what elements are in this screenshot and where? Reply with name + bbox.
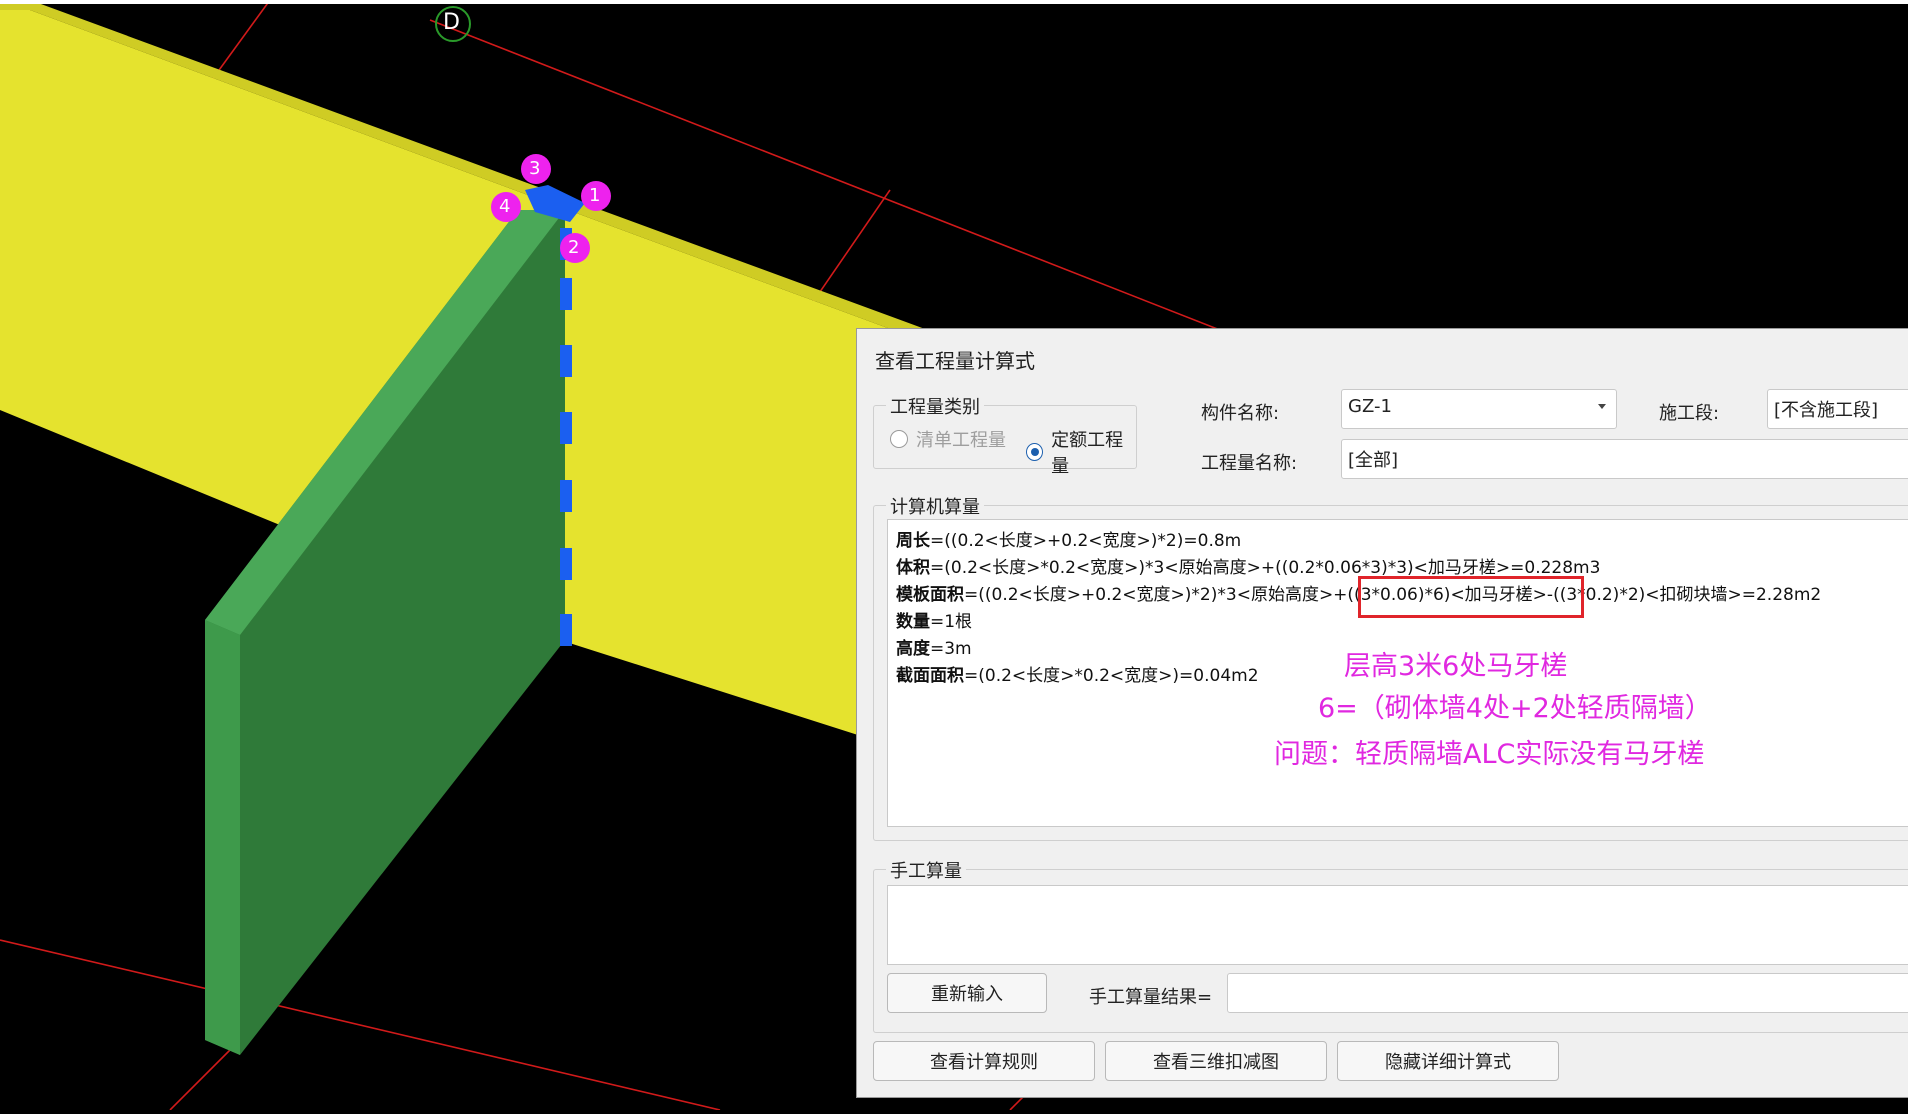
marker-3-label: 3 (529, 158, 541, 179)
manual-input[interactable] (887, 885, 1908, 965)
green-wall-end (205, 620, 240, 1055)
dialog-title: 查看工程量计算式 (875, 349, 1035, 373)
quantity-type-group: 工程量类别 清单工程量 定额工程量 (873, 393, 1137, 477)
annotation-line-1: 层高3米6处马牙槎 (1344, 651, 1568, 682)
formula-line: 截面面积=(0.2<长度>*0.2<宽度>)=0.04m2 (896, 661, 1259, 686)
radio-norm-quantity[interactable]: 定额工程量 (1026, 426, 1136, 478)
quantity-name-value: [全部] (1348, 450, 1399, 471)
quantity-name-combo[interactable]: [全部] (1341, 439, 1908, 479)
radio-bill-quantity-circle[interactable] (890, 430, 908, 448)
marker-4-label: 4 (499, 196, 511, 217)
marker-2-label: 2 (568, 237, 580, 258)
view-3d-button[interactable]: 查看三维扣减图 (1105, 1041, 1327, 1081)
formula-line: 高度=3m (896, 634, 972, 659)
formula-expr: =((0.2<长度>+0.2<宽度>)*2)=0.8m (930, 531, 1242, 551)
radio-norm-quantity-circle[interactable] (1026, 443, 1044, 461)
formula-name: 数量 (896, 612, 930, 632)
formula-expr: =(0.2<长度>*0.2<宽度>)=0.04m2 (964, 666, 1259, 686)
formula-line: 数量=1根 (896, 607, 972, 632)
annotation-line-2: 6=（砌体墙4处+2处轻质隔墙） (1318, 693, 1712, 724)
chevron-down-icon (1598, 404, 1606, 409)
formula-name: 模板面积 (896, 585, 964, 605)
formula-expr: =(0.2<长度>*0.2<宽度>)*3<原始高度>+((0.2*0.06*3)… (930, 558, 1601, 578)
manual-result-field[interactable] (1227, 973, 1908, 1013)
formula-line: 周长=((0.2<长度>+0.2<宽度>)*2)=0.8m (896, 526, 1241, 551)
reenter-button[interactable]: 重新输入 (887, 973, 1047, 1013)
formula-expr: =3m (930, 639, 972, 659)
manual-result-label: 手工算量结果= (1089, 987, 1213, 1008)
axis-label: D (443, 10, 460, 35)
radio-bill-quantity[interactable]: 清单工程量 (890, 426, 1006, 452)
component-name-combo[interactable]: GZ-1 (1341, 389, 1617, 429)
formula-name: 截面面积 (896, 666, 964, 686)
top-border (0, 0, 1908, 4)
formula-expr: =1根 (930, 612, 973, 632)
manual-calc-label: 手工算量 (886, 857, 966, 883)
radio-bill-quantity-label: 清单工程量 (916, 430, 1006, 451)
computer-calc-label: 计算机算量 (886, 493, 984, 519)
formula-name: 高度 (896, 639, 930, 659)
component-name-value: GZ-1 (1348, 396, 1392, 417)
annotation-line-3: 问题：轻质隔墙ALC实际没有马牙槎 (1274, 739, 1705, 770)
hide-detail-button[interactable]: 隐藏详细计算式 (1337, 1041, 1559, 1081)
stage-label: 施工段: (1659, 403, 1720, 424)
view-rules-button[interactable]: 查看计算规则 (873, 1041, 1095, 1081)
quantity-type-label: 工程量类别 (886, 393, 984, 419)
quantity-name-label: 工程量名称: (1201, 453, 1298, 474)
stage-value: [不含施工段] (1774, 400, 1879, 421)
formula-name: 体积 (896, 558, 930, 578)
component-name-label: 构件名称: (1201, 403, 1280, 424)
formula-name: 周长 (896, 531, 930, 551)
highlight-box (1358, 576, 1584, 618)
formula-line: 体积=(0.2<长度>*0.2<宽度>)*3<原始高度>+((0.2*0.06*… (896, 553, 1600, 578)
radio-norm-quantity-label: 定额工程量 (1051, 430, 1124, 477)
marker-1-label: 1 (589, 185, 601, 206)
stage-combo[interactable]: [不含施工段] (1767, 389, 1908, 429)
